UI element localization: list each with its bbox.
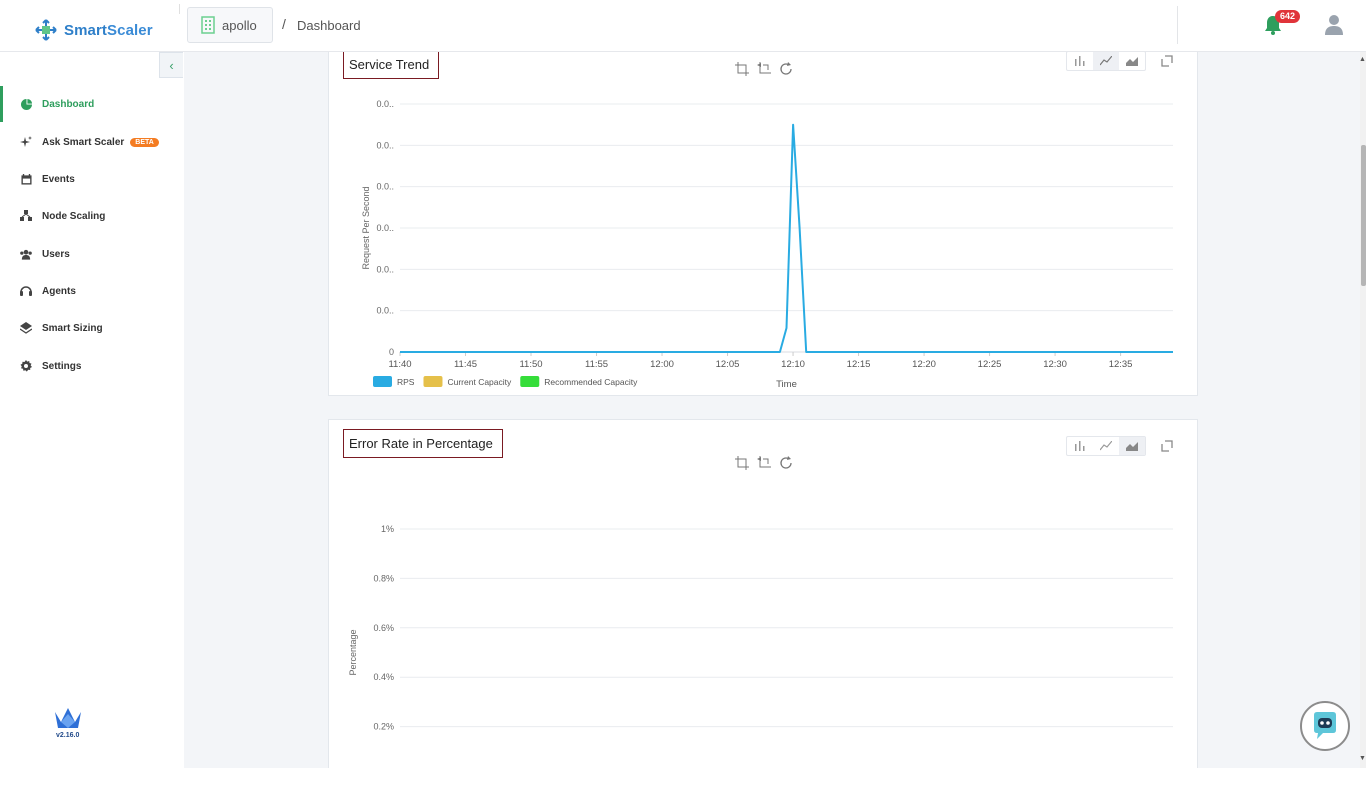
sidebar-item-label: Smart Sizing: [42, 322, 103, 334]
breadcrumb-current: Dashboard: [297, 18, 361, 33]
service-trend-card: Service Trend 0 0.0.. 0.0.. 0.0.. 0.0.. 0.0..…: [328, 52, 1198, 396]
service-trend-chart[interactable]: 0 0.0.. 0.0.. 0.0.. 0.0.. 0.0.. 0.0.. 11:40 11:4…: [329, 52, 1197, 395]
x-tick-label: 12:25: [978, 359, 1002, 370]
legend-label: Current Capacity: [447, 377, 512, 387]
y-tick-label: 0.2%: [373, 722, 394, 732]
x-tick-label: 11:45: [454, 359, 477, 370]
breadcrumb-separator: /: [282, 16, 286, 32]
sidebar-item-label: Ask Smart Scaler: [42, 136, 125, 148]
nodes-icon: [20, 210, 32, 222]
y-tick-label: 0.0..: [376, 140, 394, 150]
header-divider: [1177, 6, 1178, 44]
sidebar-item-ask-smart-scaler[interactable]: Ask Smart Scaler BETA: [0, 127, 180, 157]
legend-label: RPS: [397, 377, 415, 387]
sidebar-item-agents[interactable]: Agents: [0, 276, 180, 306]
x-axis-title: Time: [776, 379, 797, 390]
pie-chart-icon: [20, 98, 32, 110]
scroll-up-arrow-icon[interactable]: ▲: [1359, 56, 1366, 63]
y-tick-label: 0.0..: [376, 264, 394, 274]
users-icon: [20, 248, 32, 260]
beta-badge: BETA: [130, 137, 159, 147]
legend-swatch: [520, 376, 540, 387]
sidebar-item-events[interactable]: Events: [0, 164, 180, 194]
y-tick-label: 0.0..: [376, 306, 394, 316]
y-tick-label: 0.0..: [376, 99, 394, 109]
x-tick-label: 12:20: [912, 359, 936, 370]
y-tick-label: 1%: [381, 524, 394, 534]
y-axis-title: Percentage: [348, 629, 358, 675]
notification-badge: 642: [1275, 10, 1300, 23]
header-divider: [179, 4, 180, 14]
sidebar-item-label: Users: [42, 248, 70, 260]
error-rate-chart[interactable]: 0%0.2%0.4%0.6%0.8%1%11:4011:4511:5011:55…: [329, 420, 1197, 768]
calendar-icon: [20, 173, 32, 185]
headset-icon: [20, 285, 32, 297]
user-avatar-icon[interactable]: [1324, 14, 1344, 36]
sidebar-item-label: Node Scaling: [42, 210, 106, 222]
brand-name: SmartScaler: [64, 21, 153, 39]
y-tick-label: 0.8%: [373, 573, 394, 583]
sparkle-icon: [20, 136, 32, 148]
y-tick-label: 0: [389, 347, 394, 357]
y-tick-label: 0.0..: [376, 223, 394, 233]
gear-icon: [20, 360, 32, 372]
sidebar-item-node-scaling[interactable]: Node Scaling: [0, 201, 180, 231]
legend-swatch: [373, 376, 392, 387]
x-tick-label: 12:10: [781, 359, 805, 370]
project-selector[interactable]: apollo: [187, 7, 273, 43]
sidebar-item-dashboard[interactable]: Dashboard: [0, 86, 180, 122]
scrollbar-thumb[interactable]: [1361, 145, 1366, 286]
top-header: SmartScaler apollo / Dashboard 642: [0, 0, 1366, 52]
building-icon: [201, 16, 215, 34]
legend-swatch: [423, 376, 443, 387]
chatbot-button[interactable]: [1300, 701, 1350, 751]
app-logo[interactable]: SmartScaler: [34, 16, 153, 44]
x-tick-label: 12:35: [1109, 359, 1133, 370]
y-tick-label: 0.6%: [373, 623, 394, 633]
sizing-icon: [20, 322, 32, 334]
series-line: [400, 123, 1173, 353]
error-rate-card: Error Rate in Percentage 0% 0.2% 0.4% 0.6% 0…: [328, 419, 1198, 768]
sidebar-item-label: Dashboard: [42, 98, 95, 110]
crown-logo-icon: [55, 708, 81, 728]
x-tick-label: 12:30: [1043, 359, 1067, 370]
logo-icon: [35, 19, 57, 41]
sidebar-item-label: Settings: [42, 360, 82, 372]
legend-label: Recommended Capacity: [544, 377, 638, 387]
sidebar-item-label: Agents: [42, 285, 76, 297]
sidebar-item-settings[interactable]: Settings: [0, 351, 180, 381]
chevron-left-icon: ‹: [169, 57, 174, 73]
scroll-down-arrow-icon[interactable]: ▼: [1359, 755, 1366, 762]
project-name: apollo: [222, 17, 257, 33]
x-tick-label: 12:05: [716, 359, 740, 370]
y-tick-label: 0.0..: [376, 182, 394, 192]
sidebar-item-smart-sizing[interactable]: Smart Sizing: [0, 313, 180, 343]
version-label: v2.16.0: [56, 732, 80, 739]
sidebar-item-users[interactable]: Users: [0, 239, 180, 269]
y-tick-label: 0.4%: [373, 672, 394, 682]
x-tick-label: 11:40: [388, 359, 411, 370]
x-tick-label: 11:55: [585, 359, 608, 370]
robot-chat-icon: [1314, 712, 1336, 739]
x-tick-label: 11:50: [519, 359, 542, 370]
dashboard-main: Service Trend 0 0.0.. 0.0.. 0.0.. 0.0.. 0.0..…: [184, 52, 1360, 768]
x-tick-label: 12:00: [650, 359, 674, 370]
collapse-sidebar-button[interactable]: ‹: [159, 52, 183, 78]
x-tick-label: 12:15: [847, 359, 871, 370]
sidebar-item-label: Events: [42, 173, 75, 185]
sidebar: [0, 52, 180, 755]
y-axis-title: Request Per Second: [361, 186, 371, 269]
